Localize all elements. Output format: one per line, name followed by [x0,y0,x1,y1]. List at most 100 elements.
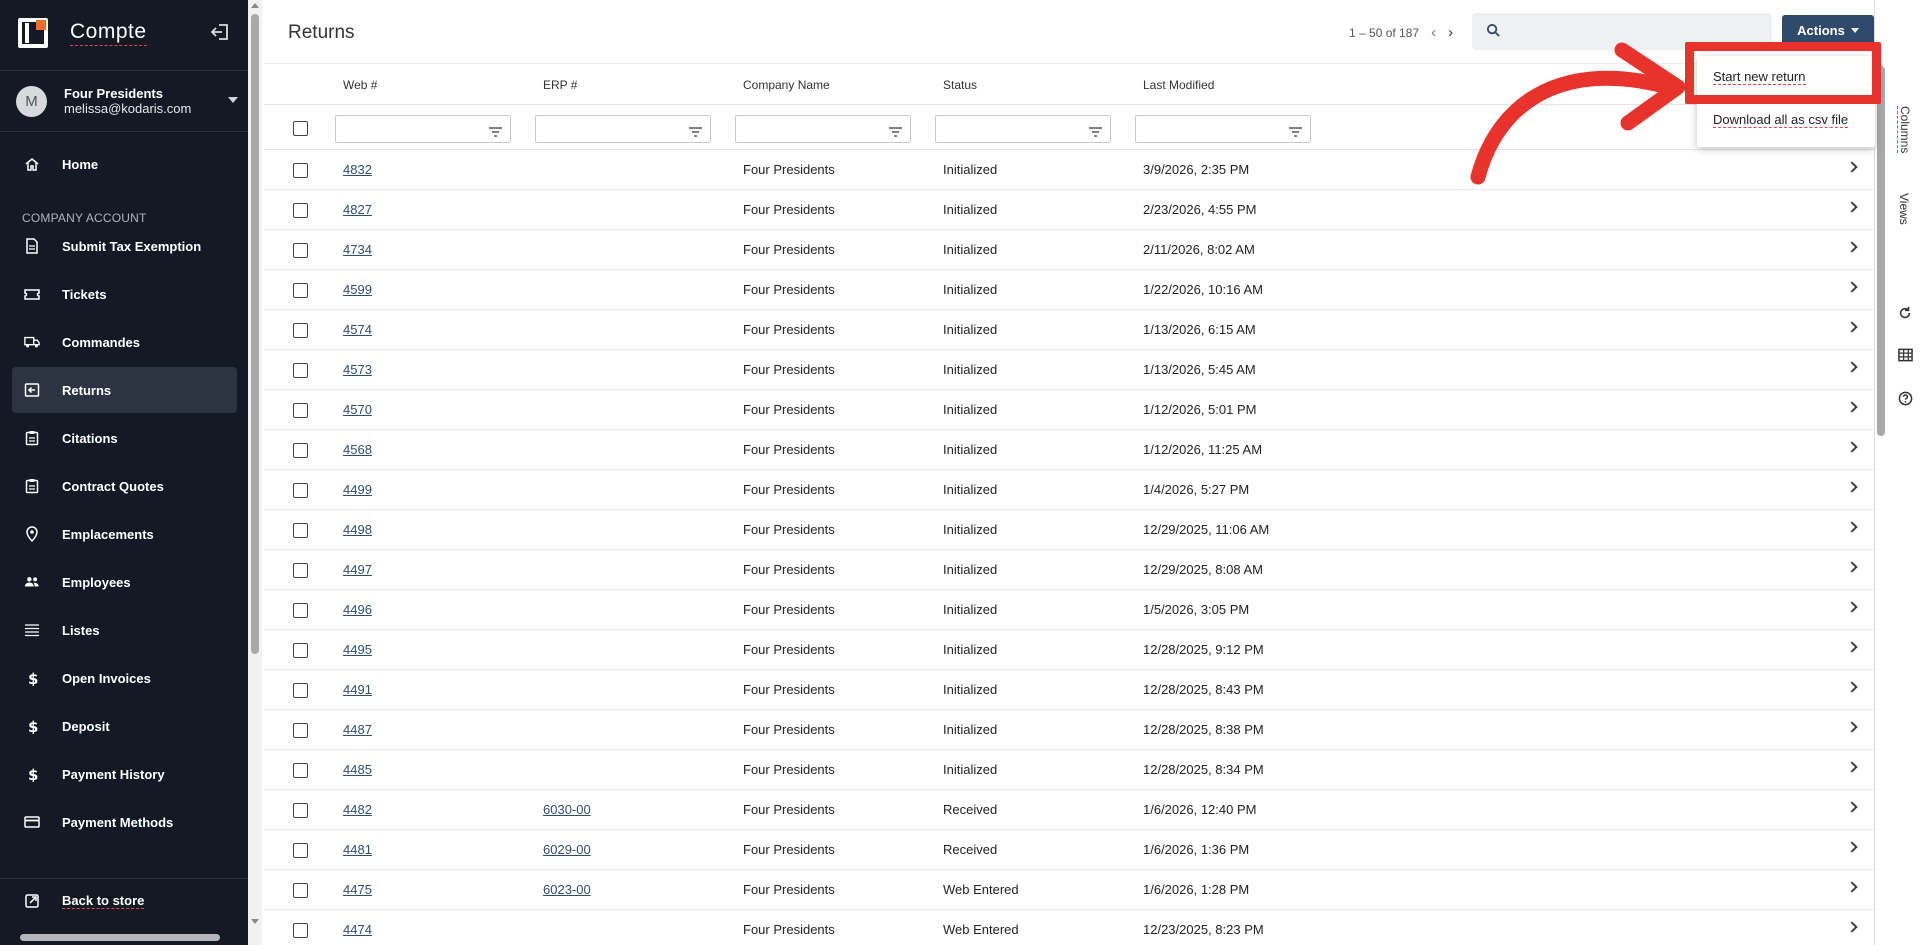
table-row[interactable]: 4734 Four Presidents Initialized 2/11/2026,… [264,230,1874,270]
sidebar-item-home[interactable]: Home [12,141,237,187]
table-row[interactable]: 4573 Four Presidents Initialized 1/13/2026,… [264,350,1874,390]
chevron-right-icon[interactable] [1846,201,1858,213]
web-number-link[interactable]: 4497 [343,562,372,577]
sidebar-item-payment-methods[interactable]: Payment Methods [12,799,237,845]
chevron-right-icon[interactable] [1846,161,1858,173]
chevron-right-icon[interactable] [1846,441,1858,453]
table-row[interactable]: 4498 Four Presidents Initialized 12/29/2025… [264,510,1874,550]
chevron-right-icon[interactable] [1846,481,1858,493]
header-status[interactable]: Status [943,78,977,92]
back-to-store-link[interactable]: Back to store [0,878,248,922]
row-checkbox[interactable] [293,923,308,938]
table-row[interactable]: 4487 Four Presidents Initialized 12/28/2025… [264,710,1874,750]
table-row[interactable]: 4599 Four Presidents Initialized 1/22/2026,… [264,270,1874,310]
chevron-right-icon[interactable] [1846,801,1858,813]
table-icon[interactable] [1898,348,1913,365]
filter-icon[interactable] [889,124,902,140]
row-checkbox[interactable] [293,843,308,858]
row-checkbox[interactable] [293,763,308,778]
sidebar-item-payment-history[interactable]: $ Payment History [12,751,237,797]
chevron-right-icon[interactable] [1846,921,1858,933]
sidebar-item-submit-tax-exemption[interactable]: Submit Tax Exemption [12,223,237,269]
web-number-link[interactable]: 4495 [343,642,372,657]
row-checkbox[interactable] [293,683,308,698]
sidebar-item-listes[interactable]: Listes [12,607,237,653]
table-row[interactable]: 4485 Four Presidents Initialized 12/28/2025… [264,750,1874,790]
table-row[interactable]: 4491 Four Presidents Initialized 12/28/2025… [264,670,1874,710]
web-number-link[interactable]: 4499 [343,482,372,497]
filter-icon[interactable] [689,124,702,140]
table-row[interactable]: 4495 Four Presidents Initialized 12/28/2025… [264,630,1874,670]
header-web[interactable]: Web # [343,78,377,92]
row-checkbox[interactable] [293,323,308,338]
chevron-right-icon[interactable] [1846,241,1858,253]
table-row[interactable]: 4496 Four Presidents Initialized 1/5/2026, … [264,590,1874,630]
web-number-link[interactable]: 4482 [343,802,372,817]
table-row[interactable]: 4497 Four Presidents Initialized 12/29/2025… [264,550,1874,590]
filter-status-input[interactable] [935,115,1111,143]
web-number-link[interactable]: 4574 [343,322,372,337]
filter-icon[interactable] [489,124,502,140]
chevron-right-icon[interactable] [1846,881,1858,893]
erp-number-link[interactable]: 6029-00 [543,842,591,857]
row-checkbox[interactable] [293,243,308,258]
chevron-right-icon[interactable] [1846,521,1858,533]
web-number-link[interactable]: 4474 [343,922,372,937]
filter-erp-input[interactable] [535,115,711,143]
row-checkbox[interactable] [293,723,308,738]
web-number-link[interactable]: 4475 [343,882,372,897]
table-row[interactable]: 4568 Four Presidents Initialized 1/12/2026,… [264,430,1874,470]
scroll-up-icon[interactable] [251,3,259,8]
row-checkbox[interactable] [293,523,308,538]
sidebar-scrollbar-thumb[interactable] [251,14,259,654]
web-number-link[interactable]: 4573 [343,362,372,377]
chevron-right-icon[interactable] [1846,761,1858,773]
erp-number-link[interactable]: 6030-00 [543,802,591,817]
sidebar-item-open-invoices[interactable]: $ Open Invoices [12,655,237,701]
web-number-link[interactable]: 4487 [343,722,372,737]
chevron-right-icon[interactable] [1846,361,1858,373]
row-checkbox[interactable] [293,403,308,418]
sidebar-item-citations[interactable]: Citations [12,415,237,461]
sidebar-item-returns[interactable]: Returns [12,367,237,413]
views-tab[interactable]: Views [1897,193,1911,225]
table-row[interactable]: 4482 6030-00 Four Presidents Received 1/6/20… [264,790,1874,830]
web-number-link[interactable]: 4570 [343,402,372,417]
web-number-link[interactable]: 4827 [343,202,372,217]
filter-icon[interactable] [1289,124,1302,140]
row-checkbox[interactable] [293,363,308,378]
row-checkbox[interactable] [293,803,308,818]
row-checkbox[interactable] [293,563,308,578]
chevron-right-icon[interactable] [1846,561,1858,573]
table-row[interactable]: 4499 Four Presidents Initialized 1/4/2026, … [264,470,1874,510]
table-row[interactable]: 4570 Four Presidents Initialized 1/12/2026,… [264,390,1874,430]
web-number-link[interactable]: 4568 [343,442,372,457]
help-icon[interactable] [1898,391,1913,409]
scroll-down-icon[interactable] [251,919,259,924]
row-checkbox[interactable] [293,483,308,498]
sidebar-item-emplacements[interactable]: Emplacements [12,511,237,557]
web-number-link[interactable]: 4496 [343,602,372,617]
chevron-down-icon[interactable] [228,97,238,103]
chevron-right-icon[interactable] [1846,601,1858,613]
row-checkbox[interactable] [293,163,308,178]
erp-number-link[interactable]: 6023-00 [543,882,591,897]
web-number-link[interactable]: 4498 [343,522,372,537]
chevron-right-icon[interactable] [1846,281,1858,293]
row-checkbox[interactable] [293,443,308,458]
sidebar-item-commandes[interactable]: Commandes [12,319,237,365]
row-checkbox[interactable] [293,283,308,298]
chevron-left-icon[interactable]: ‹ [1431,24,1436,41]
web-number-link[interactable]: 4481 [343,842,372,857]
refresh-icon[interactable] [1898,306,1912,323]
header-erp[interactable]: ERP # [543,78,577,92]
select-all-checkbox[interactable] [293,121,308,136]
filter-company-input[interactable] [735,115,911,143]
grid-scrollbar-thumb[interactable] [1877,66,1885,436]
sidebar-item-employees[interactable]: Employees [12,559,237,605]
web-number-link[interactable]: 4734 [343,242,372,257]
table-row[interactable]: 4474 Four Presidents Web Entered 12/23/2025… [264,910,1874,945]
table-row[interactable]: 4475 6023-00 Four Presidents Web Entered 1/6… [264,870,1874,910]
chevron-right-icon[interactable] [1846,721,1858,733]
row-checkbox[interactable] [293,203,308,218]
